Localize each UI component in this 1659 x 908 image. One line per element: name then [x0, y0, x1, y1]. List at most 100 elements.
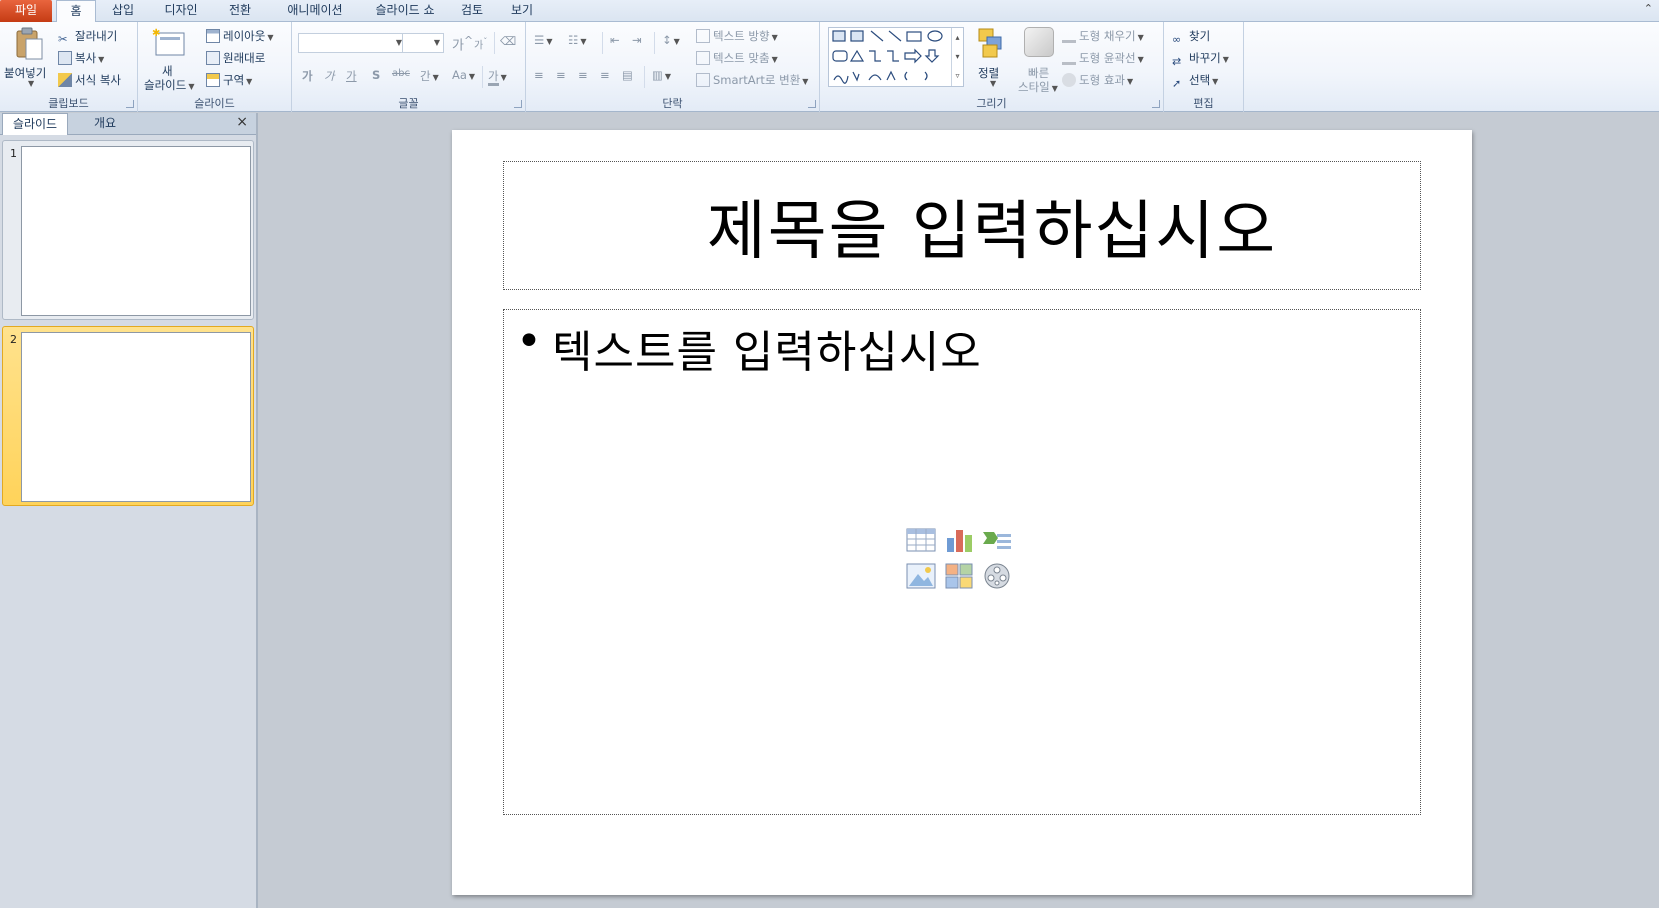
tab-review[interactable]: 검토	[452, 0, 492, 22]
new-slide-button[interactable]: ✱ 새 슬라이드 ▼	[142, 25, 194, 93]
dialog-launcher-icon[interactable]	[514, 100, 522, 108]
columns-button[interactable]: ▥ ▼	[652, 68, 671, 82]
cut-button[interactable]: ✂ 잘라내기	[58, 28, 117, 46]
slide-canvas[interactable]: 제목을 입력하십시오 • 텍스트를 입력하십시오	[452, 130, 1472, 895]
chevron-down-icon: ▼	[1126, 77, 1134, 86]
tab-file[interactable]: 파일	[0, 0, 52, 22]
scissors-icon: ✂	[58, 32, 68, 46]
insert-picture-icon[interactable]	[906, 562, 936, 590]
insert-media-icon[interactable]	[982, 562, 1012, 590]
title-placeholder[interactable]: 제목을 입력하십시오	[503, 161, 1421, 290]
insert-smartart-icon[interactable]	[982, 526, 1012, 554]
tab-home[interactable]: 홈	[56, 0, 96, 23]
change-case-button[interactable]: Aa ▼	[452, 68, 475, 82]
convert-smartart-button[interactable]: SmartArt로 변환 ▼	[696, 72, 808, 88]
reset-button[interactable]: 원래대로	[206, 50, 265, 66]
format-painter-label: 서식 복사	[75, 73, 121, 87]
paint-bucket-icon	[1062, 29, 1076, 43]
increase-indent-icon[interactable]: ⇥	[632, 33, 642, 47]
shrink-font-button[interactable]: 가ˇ	[474, 36, 487, 51]
line-spacing-button[interactable]: ↕ ▼	[662, 33, 680, 47]
slides-pane: 슬라이드 개요 × 1 2	[0, 113, 258, 908]
insert-chart-icon[interactable]	[944, 526, 974, 554]
insert-content-icons	[906, 526, 1014, 594]
chevron-down-icon: ▼	[432, 73, 439, 82]
insert-clipart-icon[interactable]	[944, 562, 974, 590]
editing-group: ∞ 찾기 ⇄ 바꾸기 ▼ ➚ 선택 ▼ 편집	[1164, 22, 1244, 112]
bullets-button[interactable]: ☰ ▼	[534, 33, 552, 47]
slide-thumbnail-preview	[21, 332, 251, 502]
numbering-button[interactable]: ☷ ▼	[568, 33, 586, 47]
character-spacing-button[interactable]: 간 ▼	[420, 68, 439, 84]
italic-button[interactable]: 가	[324, 68, 335, 84]
font-group: ▼ ▼ 가^ 가ˇ ⌫ 가 가 가 S abc 간 ▼ Aa ▼ 가 ▼ 글꼴	[292, 22, 526, 112]
font-name-combobox[interactable]: ▼	[298, 33, 406, 53]
underline-button[interactable]: 가	[346, 68, 357, 84]
justify-icon[interactable]: ≡	[600, 68, 610, 82]
chevron-down-icon: ▼	[246, 77, 253, 86]
shape-outline-button[interactable]: 도형 윤곽선 ▼	[1062, 50, 1144, 66]
decrease-indent-icon[interactable]: ⇤	[610, 33, 620, 47]
text-direction-button[interactable]: 텍스트 방향 ▼	[696, 28, 778, 44]
dialog-launcher-icon[interactable]	[808, 100, 816, 108]
grow-font-button[interactable]: 가^	[452, 34, 473, 53]
shadow-button[interactable]: S	[372, 68, 380, 82]
layout-label: 레이아웃	[223, 29, 266, 43]
content-placeholder-text: 텍스트를 입력하십시오	[552, 327, 982, 378]
quick-styles-button[interactable]: 빠른 스타일 ▼	[1012, 25, 1064, 94]
chevron-down-icon: ▼	[267, 33, 274, 42]
binoculars-icon: ∞	[1172, 33, 1182, 46]
content-placeholder[interactable]: • 텍스트를 입력하십시오	[503, 309, 1421, 815]
gallery-scroll[interactable]: ▴ ▾ ▿	[951, 28, 963, 86]
slides-group-label: 슬라이드	[194, 97, 235, 110]
arrange-icon	[978, 28, 1002, 58]
paste-icon	[16, 27, 43, 60]
tab-insert[interactable]: 삽입	[100, 0, 146, 22]
insert-table-icon[interactable]	[906, 526, 936, 554]
font-color-button[interactable]: 가 ▼	[488, 68, 507, 86]
tab-animations[interactable]: 애니메이션	[272, 0, 358, 22]
cut-label: 잘라내기	[75, 29, 118, 43]
dialog-launcher-icon[interactable]	[1152, 100, 1160, 108]
chevron-up-icon[interactable]: ⌃	[1644, 2, 1653, 15]
title-placeholder-text: 제목을 입력하십시오	[706, 194, 1278, 269]
align-center-icon[interactable]: ≡	[556, 68, 566, 82]
align-text-button[interactable]: 텍스트 맞춤 ▼	[696, 50, 778, 66]
format-painter-button[interactable]: 서식 복사	[58, 72, 121, 88]
new-slide-icon: ✱	[152, 28, 185, 56]
chevron-down-icon: ▼	[1051, 84, 1058, 93]
shape-effects-button[interactable]: 도형 효과 ▼	[1062, 72, 1133, 88]
align-right-icon[interactable]: ≡	[578, 68, 588, 82]
tab-outline[interactable]: 개요	[72, 113, 138, 135]
paste-button[interactable]: 붙여넣기 ▼	[4, 25, 52, 91]
strikethrough-button[interactable]: abc	[392, 68, 410, 79]
slide-thumbnail[interactable]: 1	[2, 140, 254, 320]
slide-thumbnail-selected[interactable]: 2	[2, 326, 254, 506]
dialog-launcher-icon[interactable]	[126, 100, 134, 108]
layout-button[interactable]: 레이아웃 ▼	[206, 28, 273, 44]
chevron-down-icon: ▼	[1137, 55, 1144, 64]
replace-button[interactable]: ⇄ 바꾸기 ▼	[1172, 50, 1229, 69]
clear-formatting-icon[interactable]: ⌫	[500, 34, 516, 48]
distributed-icon[interactable]: ▤	[622, 68, 633, 82]
select-button[interactable]: ➚ 선택 ▼	[1172, 72, 1218, 91]
font-size-combobox[interactable]: ▼	[402, 33, 444, 53]
tab-view[interactable]: 보기	[502, 0, 542, 22]
tab-slides[interactable]: 슬라이드	[2, 113, 68, 135]
align-left-icon[interactable]: ≡	[534, 68, 544, 82]
chevron-down-icon: ▼	[188, 82, 195, 91]
arrange-button[interactable]: 정렬 ▼	[972, 25, 1012, 93]
tab-transitions[interactable]: 전환	[218, 0, 262, 22]
bold-button[interactable]: 가	[302, 68, 313, 84]
section-button[interactable]: 구역 ▼	[206, 72, 252, 88]
tab-slideshow[interactable]: 슬라이드 쇼	[362, 0, 448, 22]
copy-icon	[58, 51, 72, 65]
shape-fill-button[interactable]: 도형 채우기 ▼	[1062, 28, 1144, 44]
shapes-gallery[interactable]: ▴ ▾ ▿	[828, 27, 964, 87]
close-icon[interactable]: ×	[236, 114, 248, 130]
chevron-down-icon: ▼	[673, 37, 680, 46]
chevron-down-icon: ▼	[771, 33, 778, 42]
find-button[interactable]: ∞ 찾기	[1172, 28, 1210, 47]
copy-button[interactable]: 복사 ▼	[58, 50, 104, 66]
tab-design[interactable]: 디자인	[152, 0, 210, 22]
